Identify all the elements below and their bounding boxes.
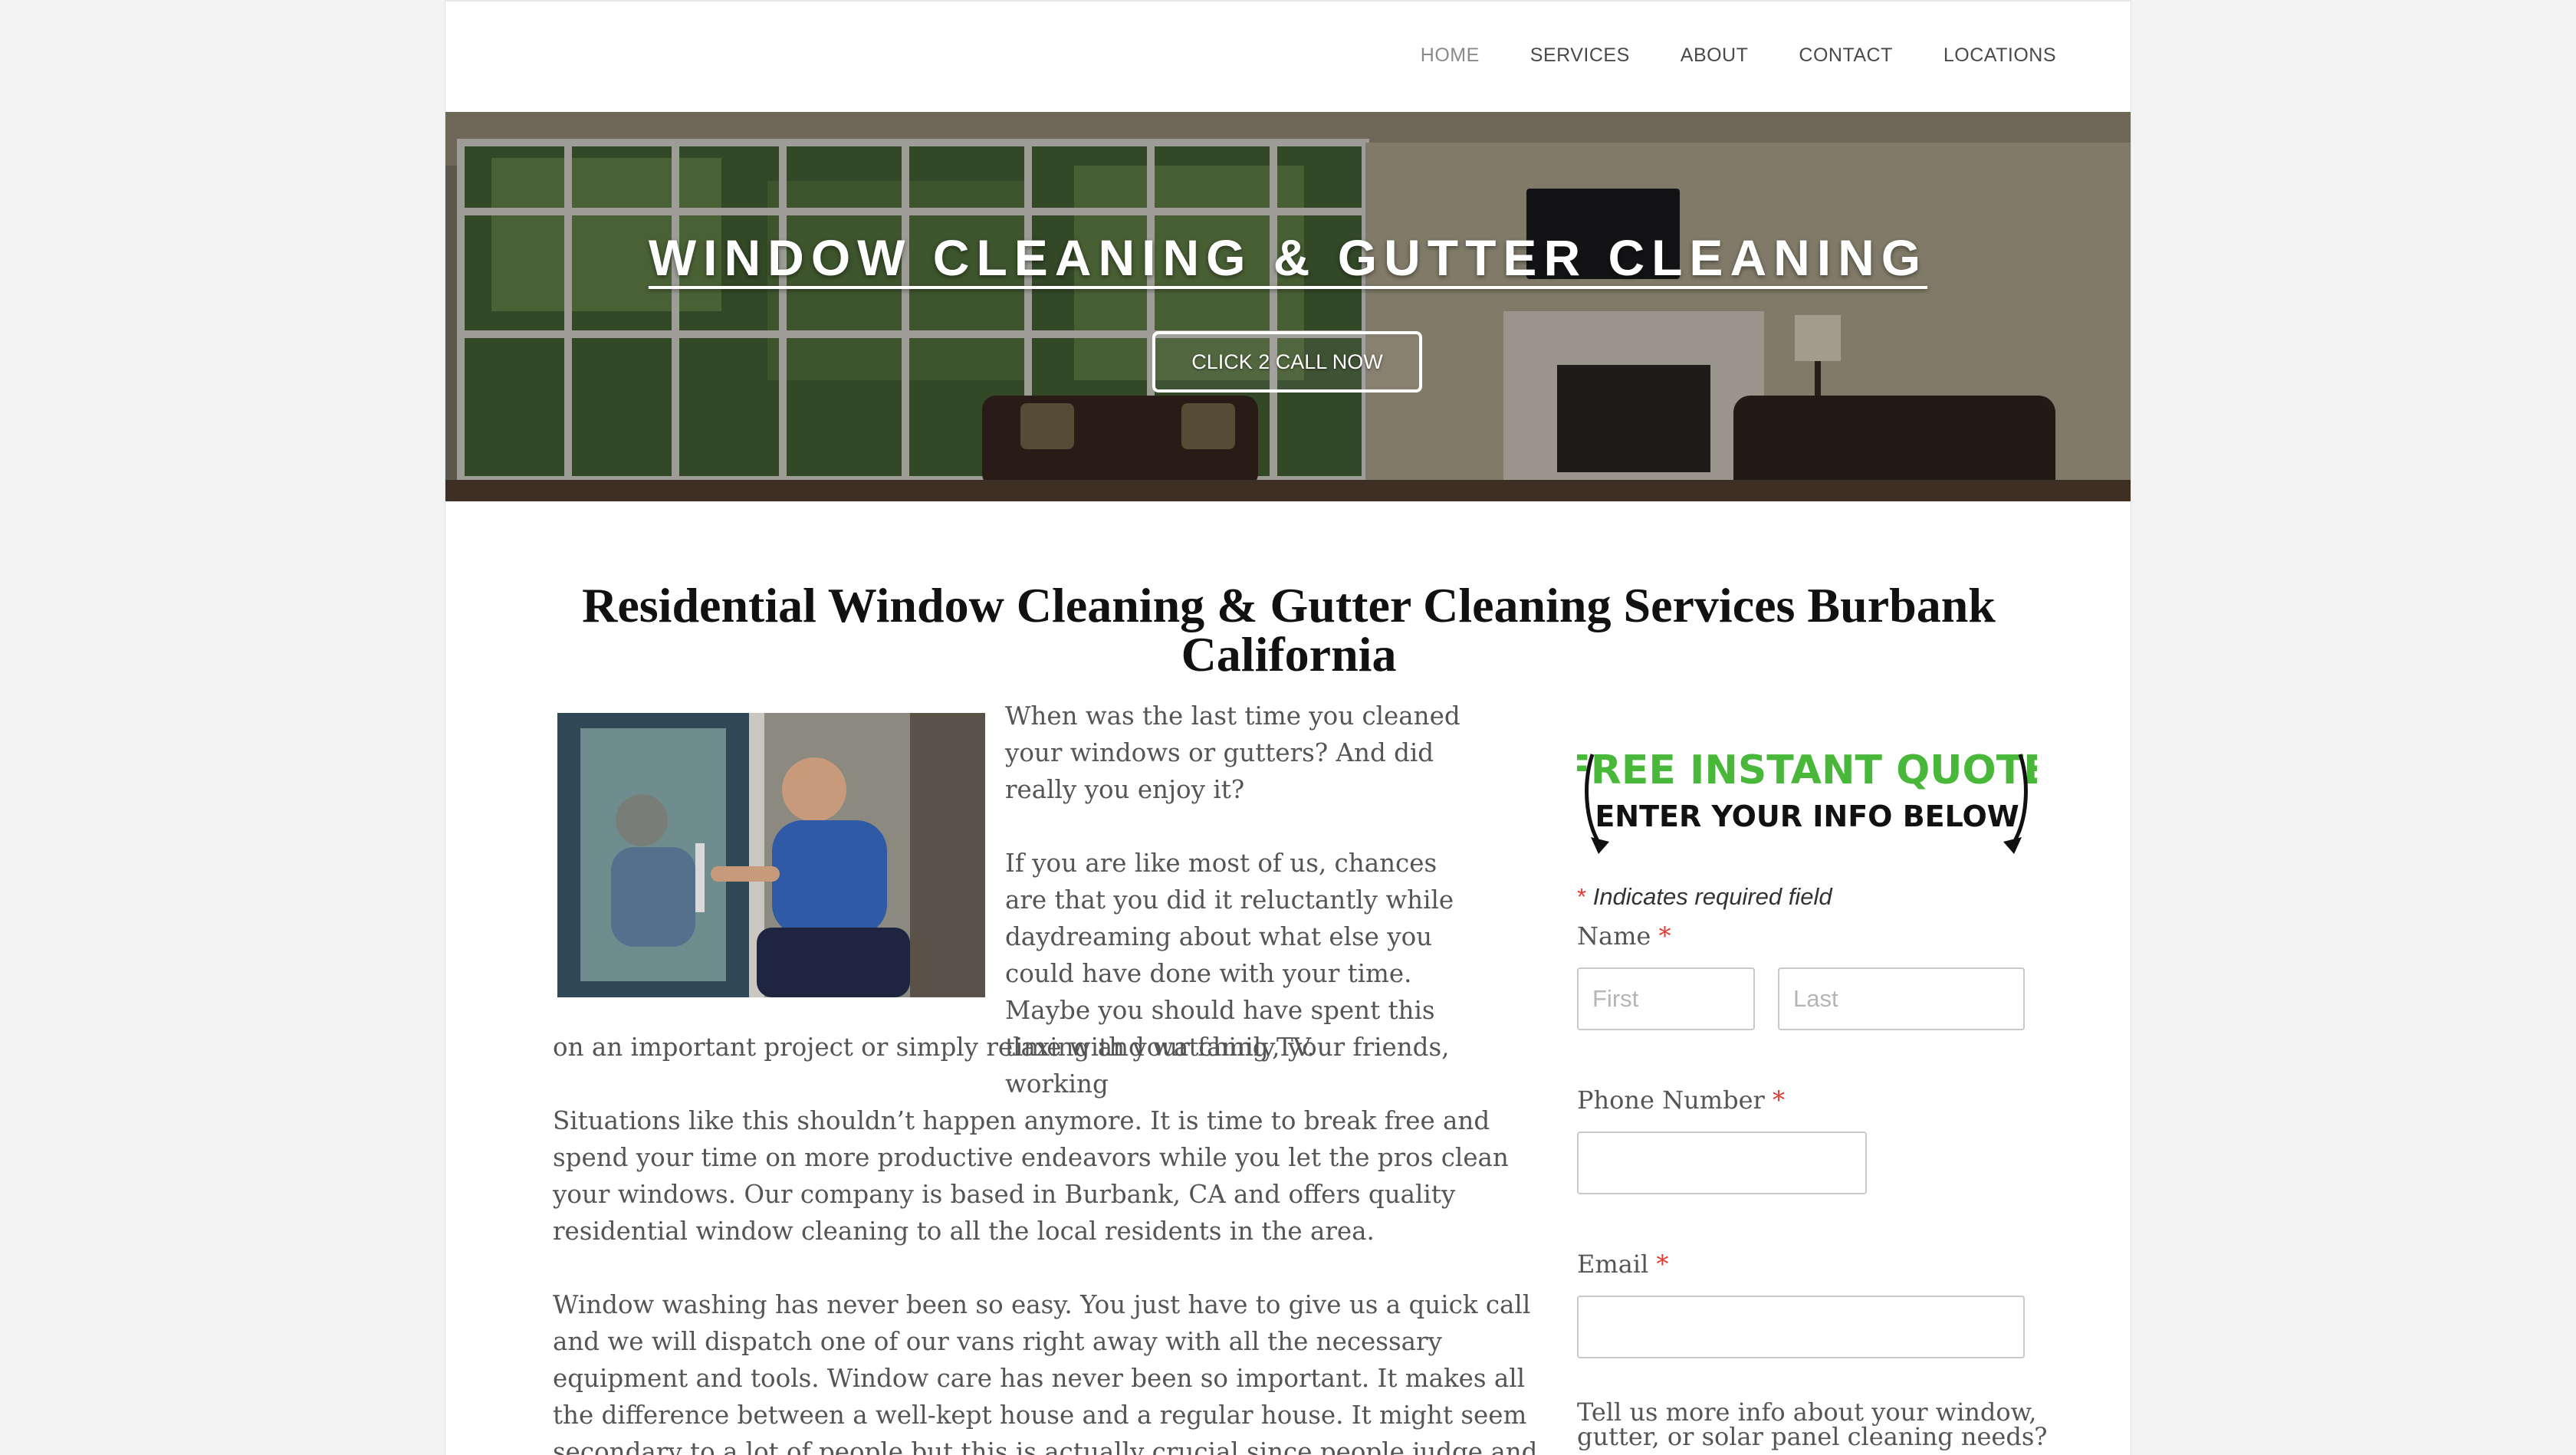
- required-star: *: [1772, 1086, 1785, 1115]
- hero-title[interactable]: WINDOW CLEANING & GUTTER CLEANING: [445, 228, 2131, 287]
- free-quote-banner: FREE INSTANT QUOTE ENTER YOUR INFO BELOW: [1563, 744, 2051, 859]
- page-container: HOME SERVICES ABOUT CONTACT LOCATIONS WI…: [445, 0, 2131, 1455]
- banner-line-1: FREE INSTANT QUOTE: [1577, 747, 2037, 793]
- required-star: *: [1656, 1250, 1669, 1279]
- intro-paragraph: When was the last time you cleaned your …: [1005, 701, 1460, 804]
- hero-living-room-image: [445, 112, 2131, 501]
- required-field-note: * Indicates required field: [1577, 883, 1832, 911]
- hero-banner: WINDOW CLEANING & GUTTER CLEANING CLICK …: [445, 112, 2131, 501]
- nav-links: HOME SERVICES ABOUT CONTACT LOCATIONS: [1395, 44, 2082, 67]
- nav-item-home[interactable]: HOME: [1395, 44, 1505, 67]
- more-info-label: Tell us more info about your window, gut…: [1577, 1398, 2048, 1451]
- fourth-paragraph: Window washing has never been so easy. Y…: [553, 1290, 1538, 1455]
- click-to-call-button[interactable]: CLICK 2 CALL NOW: [1152, 331, 1422, 392]
- nav-item-contact[interactable]: CONTACT: [1773, 44, 1917, 67]
- required-note-text: Indicates required field: [1592, 883, 1832, 910]
- email-input[interactable]: [1577, 1296, 2025, 1358]
- name-label: Name *: [1577, 921, 1671, 951]
- last-name-input[interactable]: [1778, 967, 2025, 1030]
- second-paragraph-continued: on an important project or simply relaxi…: [553, 1033, 1315, 1062]
- banner-line-2: ENTER YOUR INFO BELOW: [1595, 800, 2019, 833]
- first-name-input[interactable]: [1577, 967, 1755, 1030]
- page-heading: Residential Window Cleaning & Gutter Cle…: [582, 578, 1996, 682]
- phone-input[interactable]: [1577, 1131, 1867, 1194]
- required-star: *: [1577, 883, 1587, 910]
- nav-item-about[interactable]: ABOUT: [1655, 44, 1774, 67]
- window-cleaner-image: [557, 713, 985, 997]
- email-label-text: Email: [1577, 1250, 1649, 1279]
- required-star: *: [1658, 921, 1671, 951]
- email-label: Email *: [1577, 1250, 1668, 1279]
- name-label-text: Name: [1577, 921, 1651, 951]
- quote-banner-graphic: FREE INSTANT QUOTE ENTER YOUR INFO BELOW: [1563, 747, 2051, 854]
- third-paragraph: Situations like this shouldn’t happen an…: [553, 1106, 1509, 1246]
- phone-label: Phone Number *: [1577, 1086, 1785, 1115]
- phone-label-text: Phone Number: [1577, 1086, 1765, 1115]
- window-cleaner-photo: [557, 713, 985, 997]
- nav-item-services[interactable]: SERVICES: [1505, 44, 1655, 67]
- top-navigation: HOME SERVICES ABOUT CONTACT LOCATIONS: [445, 2, 2131, 112]
- nav-item-locations[interactable]: LOCATIONS: [1918, 44, 2082, 67]
